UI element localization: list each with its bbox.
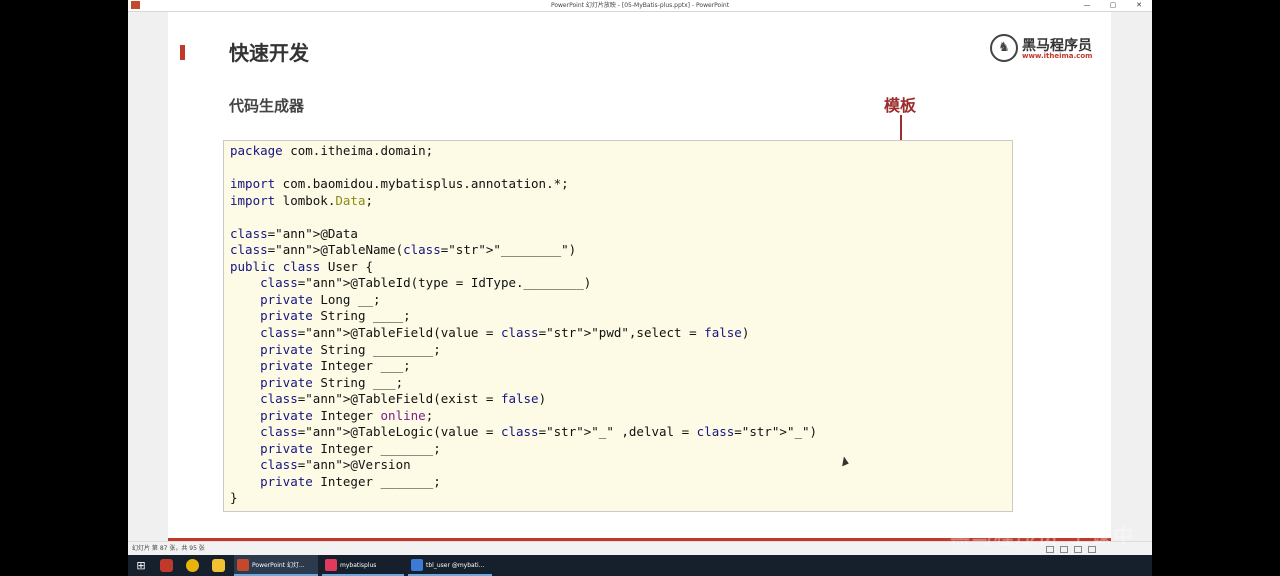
minimize-button[interactable]: — xyxy=(1074,0,1100,11)
code-line: import com.baomidou.mybatisplus.annotati… xyxy=(230,176,569,192)
code-line: class="ann">@Version xyxy=(260,457,411,473)
code-text: package com.itheima.domain; import com.b… xyxy=(230,143,817,507)
taskbar-item-powerpoint[interactable]: PowerPoint 幻灯... xyxy=(234,555,318,576)
code-line: class="ann">@Data xyxy=(230,225,358,241)
title-accent-bar xyxy=(180,45,185,60)
code-block: package com.itheima.domain; import com.b… xyxy=(223,140,1013,512)
code-line: private Integer _______; xyxy=(260,440,441,456)
code-line: import lombok.Data; xyxy=(230,192,374,208)
code-line: class="ann">@TableName(class="str">"____… xyxy=(230,242,577,258)
datagrip-task-icon xyxy=(411,559,423,571)
code-line: private Integer online; xyxy=(260,407,434,423)
taskbar-item-label: tbl_user @mybati... xyxy=(426,562,485,569)
code-line: private Long __; xyxy=(260,291,381,307)
window-title: PowerPoint 幻灯片放映 - [05-MyBatis-plus.pptx… xyxy=(550,2,730,9)
maximize-button[interactable]: ▢ xyxy=(1100,0,1126,11)
file-explorer-icon[interactable] xyxy=(212,559,225,572)
code-line: class="ann">@TableId(type = IdType._____… xyxy=(260,275,592,291)
close-button[interactable]: ✕ xyxy=(1126,0,1152,11)
title-bar: PowerPoint 幻灯片放映 - [05-MyBatis-plus.pptx… xyxy=(128,0,1152,12)
powerpoint-window: PowerPoint 幻灯片放映 - [05-MyBatis-plus.pptx… xyxy=(128,0,1152,576)
code-line: private Integer _______; xyxy=(260,473,441,489)
windows-start-icon[interactable]: ⊞ xyxy=(134,555,148,576)
taskbar-item-label: mybatisplus xyxy=(340,562,377,569)
watermark: 黑马程序员 上课中 xyxy=(950,524,1135,548)
code-line: package com.itheima.domain; xyxy=(230,143,434,158)
powerpoint-task-icon xyxy=(237,559,249,571)
brand-url: www.itheima.com xyxy=(1022,52,1093,60)
taskbar-item-intellij[interactable]: mybatisplus xyxy=(322,555,404,576)
code-line: class="ann">@TableField(value = class="s… xyxy=(260,325,750,341)
slide: 快速开发 代码生成器 ♞ 黑马程序员 www.itheima.com 模板 pa… xyxy=(168,12,1111,539)
code-line: public class User { xyxy=(230,258,374,274)
template-annotation: 模板 xyxy=(884,96,917,115)
horse-logo-icon: ♞ xyxy=(990,34,1018,62)
taskbar: ⊞ PowerPoint 幻灯... mybatisplus tbl_user … xyxy=(128,555,1152,576)
chrome-icon[interactable] xyxy=(186,559,199,572)
code-line: private String ________; xyxy=(260,341,441,357)
code-line: class="ann">@TableLogic(value = class="s… xyxy=(260,424,818,440)
slide-title: 快速开发 xyxy=(229,41,309,65)
code-line: private String ___; xyxy=(260,374,404,390)
slide-subtitle: 代码生成器 xyxy=(229,97,305,115)
taskbar-item-datagrip[interactable]: tbl_user @mybati... xyxy=(408,555,492,576)
app-icon-1[interactable] xyxy=(160,559,173,572)
code-line: } xyxy=(230,490,238,506)
code-line: private Integer ___; xyxy=(260,358,411,374)
code-line: private String ____; xyxy=(260,308,411,324)
slide-counter: 幻灯片 第 87 张，共 95 张 xyxy=(132,545,205,552)
intellij-task-icon xyxy=(325,559,337,571)
code-line: class="ann">@TableField(exist = false) xyxy=(260,391,547,407)
taskbar-item-label: PowerPoint 幻灯... xyxy=(252,562,305,569)
